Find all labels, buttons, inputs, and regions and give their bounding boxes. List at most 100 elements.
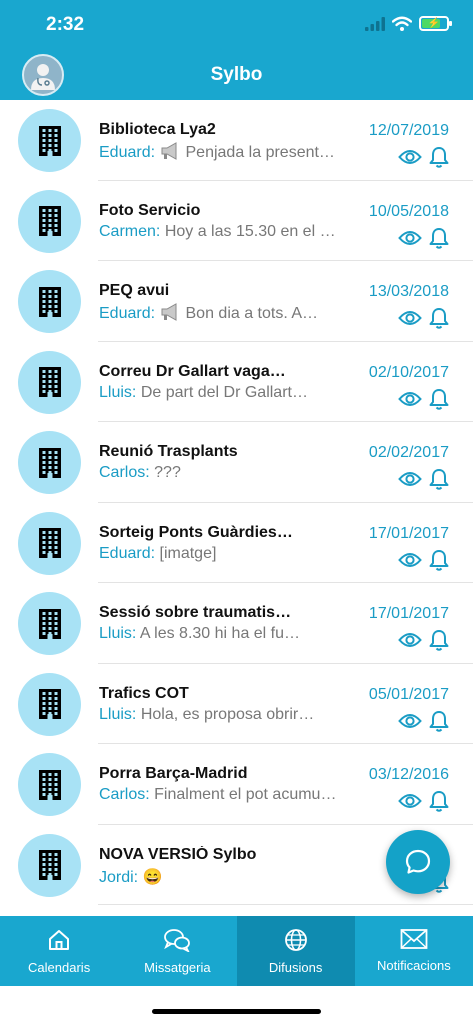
broadcast-title: Correu Dr Gallart vaga…: [99, 362, 286, 380]
broadcast-preview: Lluis: De part del Dr Gallart…: [99, 384, 349, 402]
broadcast-title: Sorteig Ponts Guàrdies…: [99, 523, 293, 541]
broadcast-title: Reunió Trasplants: [99, 443, 238, 460]
row-actions: [398, 468, 449, 495]
preview-text: Bon dia a tots. A…: [185, 305, 319, 322]
tab-missatgeria[interactable]: Missatgeria: [118, 916, 236, 986]
status-icons: ⚡: [365, 16, 452, 31]
eye-icon[interactable]: [398, 148, 422, 171]
list-item[interactable]: Correu Dr Gallart vaga… Lluis: De part de…: [0, 342, 473, 422]
tab-bar: Calendaris Missatgeria Difusions Notificaci…: [0, 916, 473, 986]
eye-icon[interactable]: [398, 229, 422, 252]
new-message-button[interactable]: [386, 830, 450, 894]
sender-name: Eduard:: [99, 544, 156, 562]
broadcast-preview: Eduard: Penjada la present…: [99, 142, 349, 162]
eye-icon[interactable]: [398, 309, 422, 332]
signal-icon: [365, 16, 385, 31]
broadcast-date: 05/01/2017: [368, 685, 449, 703]
eye-icon[interactable]: [398, 631, 422, 654]
status-time: 2:32: [46, 14, 85, 35]
sender-name: Carmen:: [99, 222, 161, 240]
preview-text: De part del Dr Gallart…: [140, 383, 308, 401]
broadcast-title: Foto Servicio: [99, 201, 201, 219]
sender-name: Lluis:: [99, 705, 137, 723]
envelope-icon: [400, 928, 428, 953]
wifi-icon: [392, 16, 412, 31]
row-actions: [398, 710, 449, 737]
sender-name: Carlos:: [99, 464, 150, 481]
globe-icon: [284, 928, 308, 955]
building-icon: [18, 270, 81, 333]
row-actions: [398, 307, 449, 334]
broadcast-title: Biblioteca Lya2: [99, 121, 216, 138]
bell-icon[interactable]: [429, 710, 449, 737]
preview-text: Hoy a las 15.30 en el …: [164, 222, 336, 240]
home-area: [0, 986, 473, 1024]
bell-icon[interactable]: [429, 227, 449, 254]
app-title: Sylbo: [210, 64, 263, 85]
eye-icon[interactable]: [398, 712, 422, 735]
list-item[interactable]: Foto Servicio Carmen: Hoy a las 15.30 en …: [0, 181, 473, 261]
broadcast-date: 02/10/2017: [368, 363, 449, 381]
broadcast-list[interactable]: Biblioteca Lya2 Eduard: Penjada la presen…: [0, 100, 473, 916]
row-actions: [398, 227, 449, 254]
megaphone-icon: [160, 303, 186, 322]
tab-label: Calendaris: [28, 960, 91, 975]
megaphone-icon: [160, 142, 186, 161]
broadcast-date: 13/03/2018: [368, 283, 449, 300]
broadcast-preview: Carlos: Finalment el pot acumu…: [99, 786, 349, 804]
list-item[interactable]: Porra Barça-Madrid Carlos: Finalment el p…: [0, 744, 473, 825]
list-item[interactable]: Sorteig Ponts Guàrdies… Eduard: [imatge] 1…: [0, 503, 473, 583]
list-item[interactable]: Reunió Trasplants Carlos: ??? 02/02/2017: [0, 422, 473, 503]
tab-calendaris[interactable]: Calendaris: [0, 916, 118, 986]
eye-icon[interactable]: [398, 470, 422, 493]
building-icon: [18, 672, 81, 736]
row-actions: [398, 146, 449, 173]
building-icon: [18, 511, 81, 575]
building-icon: [18, 350, 81, 414]
building-icon: [18, 753, 81, 816]
broadcast-preview: Carmen: Hoy a las 15.30 en el …: [99, 223, 349, 241]
preview-text: Finalment el pot acumu…: [154, 786, 337, 803]
eye-icon[interactable]: [398, 390, 422, 413]
broadcast-date: 03/12/2016: [368, 766, 449, 783]
list-item[interactable]: Trafics COT Lluis: Hola, es proposa obrir…: [0, 664, 473, 744]
preview-text: 😄: [142, 868, 163, 886]
bell-icon[interactable]: [429, 468, 449, 495]
sender-name: Lluis:: [99, 625, 137, 642]
building-icon: [18, 189, 81, 253]
bell-icon[interactable]: [429, 629, 449, 656]
list-item[interactable]: Biblioteca Lya2 Eduard: Penjada la presen…: [0, 100, 473, 181]
tab-label: Difusions: [268, 960, 323, 975]
building-icon: [18, 431, 81, 494]
bell-icon[interactable]: [429, 146, 449, 173]
preview-text: [imatge]: [159, 544, 217, 562]
broadcast-preview: Carlos: ???: [99, 464, 349, 482]
home-icon: [47, 928, 71, 955]
app-header: 2:32 ⚡ Sylbo: [0, 0, 473, 100]
home-indicator[interactable]: [152, 1009, 321, 1014]
bell-icon[interactable]: [429, 388, 449, 415]
broadcast-date: 10/05/2018: [368, 202, 449, 220]
eye-icon[interactable]: [398, 551, 422, 574]
bell-icon[interactable]: [429, 307, 449, 334]
chat-bubble-icon: [405, 849, 431, 874]
bell-icon[interactable]: [429, 790, 449, 817]
tab-notificacions[interactable]: Notificacions: [355, 916, 473, 986]
battery-icon: ⚡: [419, 16, 452, 31]
tab-label: Missatgeria: [144, 960, 211, 975]
eye-icon[interactable]: [398, 792, 422, 815]
tab-difusions[interactable]: Difusions: [236, 916, 355, 986]
bell-icon[interactable]: [429, 549, 449, 576]
sender-name: Eduard:: [99, 305, 156, 322]
building-icon: [18, 592, 81, 655]
broadcast-title: Trafics COT: [99, 684, 189, 702]
sender-name: Lluis:: [99, 383, 137, 401]
broadcast-date: 17/01/2017: [368, 524, 449, 542]
list-item[interactable]: PEQ avui Eduard: Bon dia a tots. A… 13/03/…: [0, 261, 473, 342]
tab-label: Notificacions: [377, 958, 451, 973]
building-icon: [18, 109, 81, 172]
preview-text: Hola, es proposa obrir…: [140, 705, 315, 723]
broadcast-title: PEQ avui: [99, 282, 170, 299]
broadcast-title: NOVA VERSIÓ Sylbo: [99, 845, 257, 863]
list-item[interactable]: Sessió sobre traumatis… Lluis: A les 8.30…: [0, 583, 473, 664]
